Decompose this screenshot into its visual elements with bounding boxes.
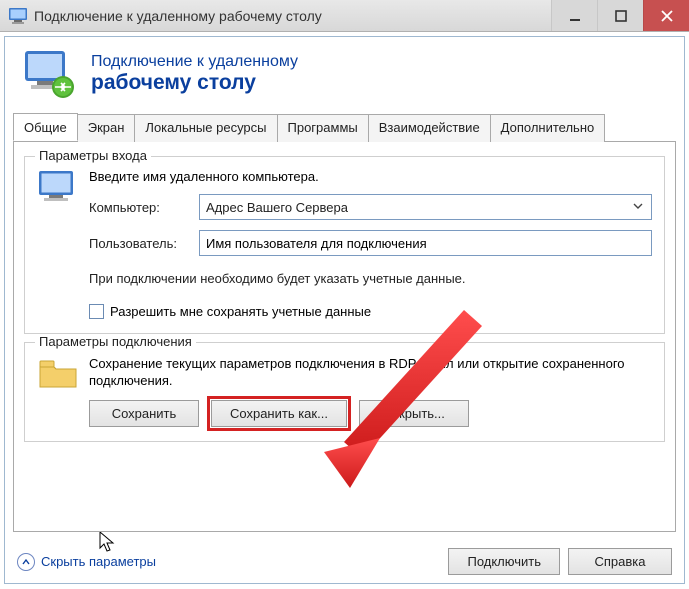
- computer-icon: [37, 169, 89, 319]
- computer-label: Компьютер:: [89, 200, 199, 215]
- computer-combobox[interactable]: Адрес Вашего Сервера: [199, 194, 652, 220]
- dialog-header: Подключение к удаленному рабочему столу: [5, 37, 684, 113]
- app-icon: [8, 6, 28, 26]
- save-as-button[interactable]: Сохранить как...: [211, 400, 347, 427]
- groupbox-connection: Параметры подключения Сохранение текущих…: [24, 342, 665, 442]
- dialog-body: Подключение к удаленному рабочему столу …: [4, 36, 685, 584]
- computer-value: Адрес Вашего Сервера: [206, 200, 348, 215]
- tab-strip: Общие Экран Локальные ресурсы Программы …: [5, 113, 684, 141]
- rdp-hero-icon: [23, 49, 79, 99]
- save-button[interactable]: Сохранить: [89, 400, 199, 427]
- tab-general[interactable]: Общие: [13, 113, 78, 141]
- connect-button[interactable]: Подключить: [448, 548, 560, 575]
- tab-experience[interactable]: Взаимодействие: [368, 114, 491, 142]
- hide-options-label: Скрыть параметры: [41, 554, 156, 569]
- save-credentials-checkbox[interactable]: Разрешить мне сохранять учетные данные: [89, 304, 652, 319]
- close-button[interactable]: [643, 0, 689, 31]
- open-button[interactable]: Открыть...: [359, 400, 469, 427]
- tab-programs[interactable]: Программы: [277, 114, 369, 142]
- tab-page-general: Параметры входа Введите имя удаленного к…: [13, 141, 676, 532]
- groupbox-connection-legend: Параметры подключения: [35, 334, 196, 349]
- title-bar: Подключение к удаленному рабочему столу: [0, 0, 689, 32]
- window-title: Подключение к удаленному рабочему столу: [34, 8, 551, 24]
- folder-icon: [37, 355, 89, 427]
- dialog-footer: Скрыть параметры Подключить Справка: [5, 540, 684, 583]
- login-intro: Введите имя удаленного компьютера.: [89, 169, 319, 184]
- credentials-note: При подключении необходимо будет указать…: [89, 270, 652, 288]
- tab-advanced[interactable]: Дополнительно: [490, 114, 606, 142]
- chevron-down-icon: [631, 199, 647, 215]
- groupbox-login-legend: Параметры входа: [35, 148, 151, 163]
- hide-options-link[interactable]: Скрыть параметры: [17, 553, 156, 571]
- tab-display[interactable]: Экран: [77, 114, 136, 142]
- user-label: Пользователь:: [89, 236, 199, 251]
- save-credentials-label: Разрешить мне сохранять учетные данные: [110, 304, 371, 319]
- minimize-button[interactable]: [551, 0, 597, 31]
- header-title: рабочему столу: [91, 71, 298, 94]
- tab-local-resources[interactable]: Локальные ресурсы: [134, 114, 277, 142]
- connection-note: Сохранение текущих параметров подключени…: [89, 355, 652, 390]
- header-subtitle: Подключение к удаленному: [91, 53, 298, 71]
- groupbox-login: Параметры входа Введите имя удаленного к…: [24, 156, 665, 334]
- chevron-up-icon: [17, 553, 35, 571]
- help-button[interactable]: Справка: [568, 548, 672, 575]
- maximize-button[interactable]: [597, 0, 643, 31]
- checkbox-icon: [89, 304, 104, 319]
- user-field[interactable]: [199, 230, 652, 256]
